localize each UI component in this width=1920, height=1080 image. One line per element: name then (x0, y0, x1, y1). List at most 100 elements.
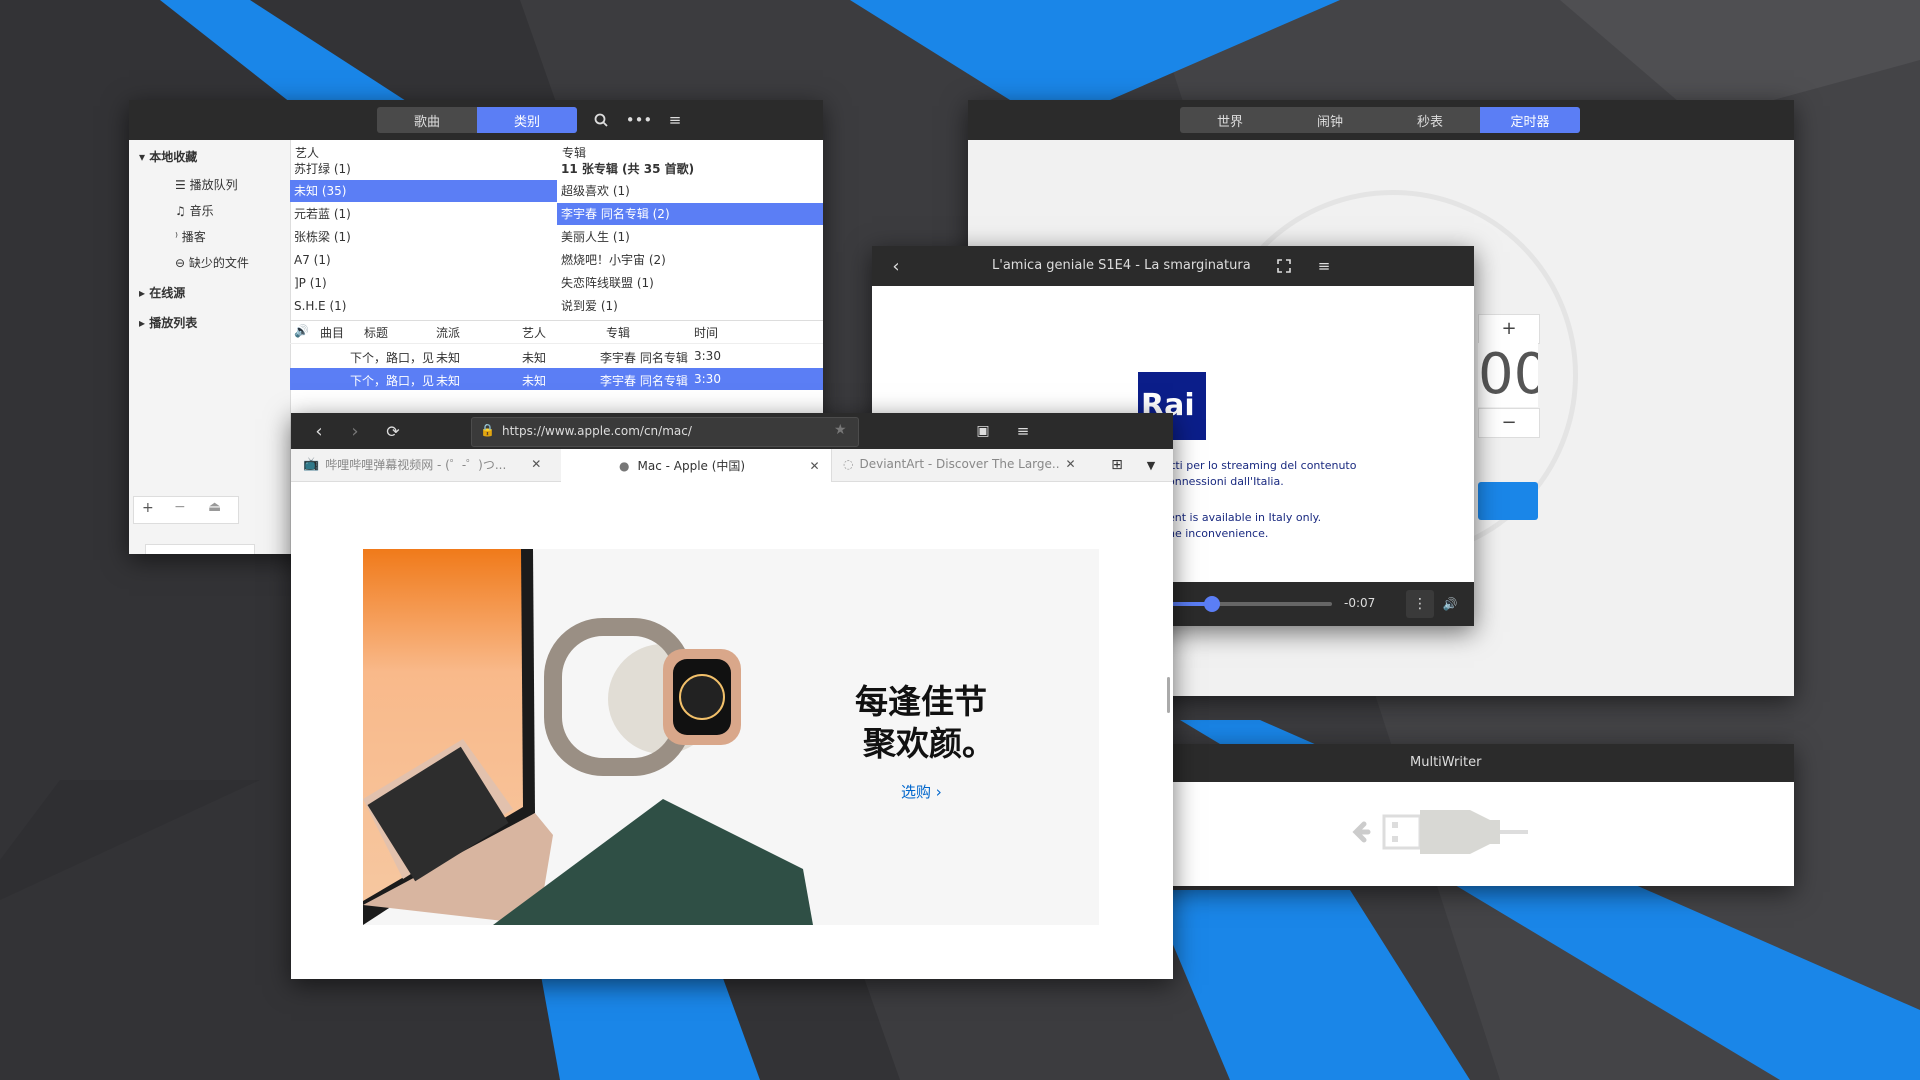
list-item[interactable]: 超级喜欢 (1) (557, 180, 823, 202)
tab-apple[interactable]: ● Mac - Apple (中国) ✕ (561, 449, 832, 482)
table-row[interactable]: 下个，路口，见 未知 未知 李宇春 同名专辑 3:30 (290, 345, 823, 367)
add-icon[interactable]: + (142, 500, 154, 516)
tab-stopwatch[interactable]: 秒表 (1380, 107, 1480, 133)
column-artist[interactable]: 艺人 (522, 324, 546, 341)
new-tab-icon[interactable]: ⊞ (1105, 453, 1129, 477)
tab-deviantart[interactable]: ◌ DeviantArt - Discover The Large... ✕ (831, 449, 1101, 479)
track-album: 李宇春 同名专辑 (600, 351, 688, 365)
list-item[interactable]: 苏打绿 (1) (290, 158, 557, 180)
music-note-icon: ♫ (175, 204, 186, 218)
list-item[interactable]: 燃烧吧！小宇宙 (2) (557, 249, 823, 271)
sidebar-item-music[interactable]: ♫ 音乐 (175, 202, 214, 219)
sidebar-playlists-label: 播放列表 (149, 316, 198, 330)
sidebar-item-missing[interactable]: ⊖ 缺少的文件 (175, 254, 249, 271)
loading-icon: ◌ (843, 457, 854, 471)
message-line: itti per lo streaming del contenuto (1168, 459, 1357, 472)
sidebar-item-queue[interactable]: ☰ 播放队列 (175, 176, 238, 193)
list-item[interactable]: 11 张专辑 (共 35 首歌) (557, 158, 823, 180)
more-icon[interactable]: ••• (626, 108, 653, 132)
tab-categories[interactable]: 类别 (477, 107, 577, 133)
menu-icon[interactable]: ≡ (663, 108, 687, 132)
close-icon[interactable]: ✕ (809, 459, 819, 473)
column-time[interactable]: 时间 (694, 324, 718, 341)
reload-icon[interactable]: ⟳ (381, 419, 405, 443)
fullscreen-icon[interactable] (1272, 254, 1296, 278)
list-item[interactable]: 李宇春 同名专辑 (2) (557, 203, 823, 225)
seek-handle[interactable] (1204, 596, 1220, 612)
chevron-down-icon[interactable]: ▼ (1139, 453, 1163, 477)
track-album: 李宇春 同名专辑 (600, 374, 688, 388)
column-title[interactable]: 标题 (364, 324, 388, 341)
track-time: 3:30 (694, 349, 721, 363)
seek-bar[interactable] (1172, 596, 1332, 612)
list-item[interactable]: S.H.E (1) (290, 295, 557, 317)
track-title: 下个，路口，见 (350, 374, 435, 388)
scrollbar[interactable] (1167, 677, 1170, 713)
tab-timer[interactable]: 定时器 (1480, 107, 1580, 133)
back-icon[interactable]: ‹ (307, 419, 331, 443)
list-item[interactable]: 失恋阵线联盟 (1) (557, 272, 823, 294)
sidebar-online-sources[interactable]: ▸ 在线源 (139, 284, 185, 301)
music-sidebar: ▾ 本地收藏 ☰ 播放队列 ♫ 音乐 ⁾ 播客 ⊖ 缺少的文件 ▸ 在线源 ▸ … (129, 140, 291, 554)
sidebar-local-label: 本地收藏 (149, 150, 198, 164)
geo-block-message-en: ent is available in Italy only. he incon… (1168, 510, 1321, 542)
timer-decrement-button[interactable]: − (1478, 408, 1540, 438)
more-options-icon[interactable]: ⋮ (1406, 590, 1434, 618)
shop-link[interactable]: 选购 › (901, 781, 942, 802)
forward-icon[interactable]: › (343, 419, 367, 443)
table-row[interactable]: 下个，路口，见 未知 未知 李宇春 同名专辑 3:30 (290, 368, 823, 390)
list-item[interactable]: 张栋梁 (1) (290, 226, 557, 248)
track-artist: 未知 (522, 351, 547, 365)
url-text[interactable]: https://www.apple.com/cn/mac/ (502, 424, 692, 438)
list-item[interactable]: 美丽人生 (1) (557, 226, 823, 248)
column-album[interactable]: 专辑 (606, 324, 630, 341)
rss-icon: ⁾ (175, 230, 178, 244)
promo-headline-1: 每逢佳节 (855, 682, 987, 721)
eject-icon[interactable]: ⏏ (208, 499, 221, 515)
music-view-switcher: 歌曲 类别 (377, 107, 577, 133)
back-icon[interactable]: ‹ (884, 254, 908, 278)
clocks-headerbar: 世界 闹钟 秒表 定时器 (968, 100, 1794, 140)
list-item[interactable]: ]P (1) (290, 272, 557, 294)
timer-display: 00 (1478, 343, 1538, 407)
column-track[interactable]: 曲目 (320, 324, 344, 341)
list-item[interactable]: A7 (1) (290, 249, 557, 271)
tab-label: 哔哩哔哩弹幕视频网 - (゜-゜)つ... (325, 457, 507, 472)
track-genre: 未知 (436, 374, 461, 388)
bilibili-icon: 📺 (303, 456, 320, 472)
list-item[interactable]: 说到爱 (1) (557, 295, 823, 317)
multiwriter-headerbar: MultiWriter (1140, 744, 1794, 782)
timer-start-button[interactable] (1478, 482, 1538, 520)
menu-icon[interactable]: ≡ (1312, 254, 1336, 278)
url-bar[interactable]: 🔒 https://www.apple.com/cn/mac/ ★ (471, 417, 859, 447)
close-icon[interactable]: ✕ (531, 457, 541, 471)
usb-drive-icon (1352, 810, 1528, 854)
sidebar-playlists[interactable]: ▸ 播放列表 (139, 314, 197, 331)
close-icon[interactable]: ✕ (1065, 457, 1075, 471)
timer-increment-button[interactable]: + (1478, 314, 1540, 344)
list-item[interactable]: 未知 (35) (290, 180, 557, 202)
column-genre[interactable]: 流派 (436, 324, 460, 341)
tab-bilibili[interactable]: 📺 哔哩哔哩弹幕视频网 - (゜-゜)つ... ✕ (291, 449, 562, 479)
sidebar-item-podcasts[interactable]: ⁾ 播客 (175, 228, 206, 245)
remove-icon[interactable]: − (174, 499, 186, 515)
tab-label: Mac - Apple (中国) (637, 459, 746, 473)
sidebar-toolbar: + − ⏏ (133, 496, 239, 524)
bookmark-star-icon[interactable]: ★ (834, 422, 847, 438)
tab-alarm[interactable]: 闹钟 (1280, 107, 1380, 133)
geo-block-message-it: itti per lo streaming del contenuto onne… (1168, 458, 1356, 490)
list-item[interactable]: 元若蓝 (1) (290, 203, 557, 225)
menu-icon[interactable]: ≡ (1011, 419, 1035, 443)
album-list: 11 张专辑 (共 35 首歌) 超级喜欢 (1) 李宇春 同名专辑 (2) 美… (557, 158, 823, 318)
volume-icon[interactable]: 🔊 (1438, 592, 1462, 616)
bookmarks-icon[interactable]: ▣ (971, 419, 995, 443)
browser-toolbar: ‹ › ⟳ 🔒 https://www.apple.com/cn/mac/ ★ … (291, 413, 1173, 449)
list-icon: ☰ (175, 178, 186, 192)
sidebar-local-collection[interactable]: ▾ 本地收藏 (139, 148, 197, 165)
search-icon[interactable] (589, 108, 613, 132)
browser-window: ‹ › ⟳ 🔒 https://www.apple.com/cn/mac/ ★ … (291, 413, 1173, 979)
tab-world[interactable]: 世界 (1180, 107, 1280, 133)
sidebar-item-label: 缺少的文件 (188, 256, 249, 270)
track-table-header: 🔊 曲目 标题 流派 艺人 专辑 时间 (290, 320, 823, 344)
tab-songs[interactable]: 歌曲 (377, 107, 477, 133)
